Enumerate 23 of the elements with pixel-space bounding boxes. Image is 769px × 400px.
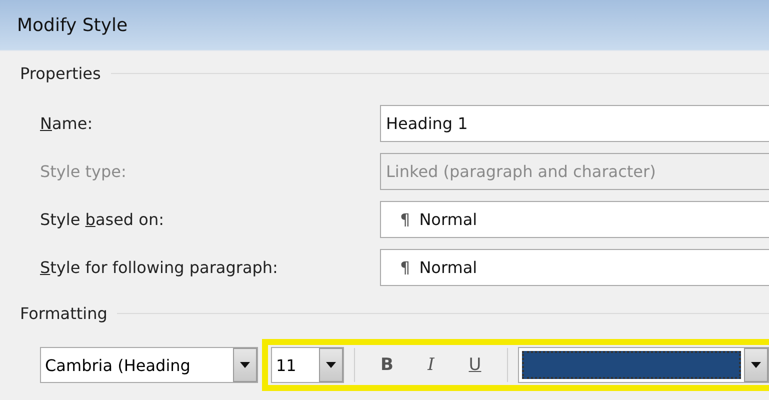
caret-icon	[326, 362, 336, 368]
field-label: Style for following paragraph:	[39, 258, 279, 276]
bold-button[interactable]: B	[365, 348, 409, 382]
font-dropdown[interactable]: Cambria (Heading	[40, 347, 258, 383]
caret-icon	[240, 362, 250, 368]
underline-button[interactable]: U	[453, 348, 497, 382]
field-label: Style based on:	[39, 210, 165, 228]
section-heading: Properties	[20, 64, 101, 82]
field-label: Style type:	[39, 162, 128, 180]
font-color-dropdown[interactable]	[518, 347, 769, 383]
text-field: Linked (paragraph and character)	[380, 152, 769, 190]
caret-icon	[751, 362, 761, 368]
italic-button[interactable]: I	[409, 348, 453, 382]
dropdown-button[interactable]	[233, 348, 257, 382]
text-field[interactable]: Heading 1	[380, 104, 769, 142]
dropdown-button[interactable]	[744, 348, 768, 382]
dropdown-button[interactable]	[319, 348, 343, 382]
field-label: Name:	[39, 114, 94, 132]
style-dropdown[interactable]: ¶ Normal	[380, 200, 769, 238]
section-heading: Formatting	[20, 304, 108, 322]
size-dropdown[interactable]: 11	[271, 347, 344, 383]
style-dropdown[interactable]: ¶ Normal	[380, 248, 769, 286]
window-title: Modify Style	[0, 0, 769, 51]
